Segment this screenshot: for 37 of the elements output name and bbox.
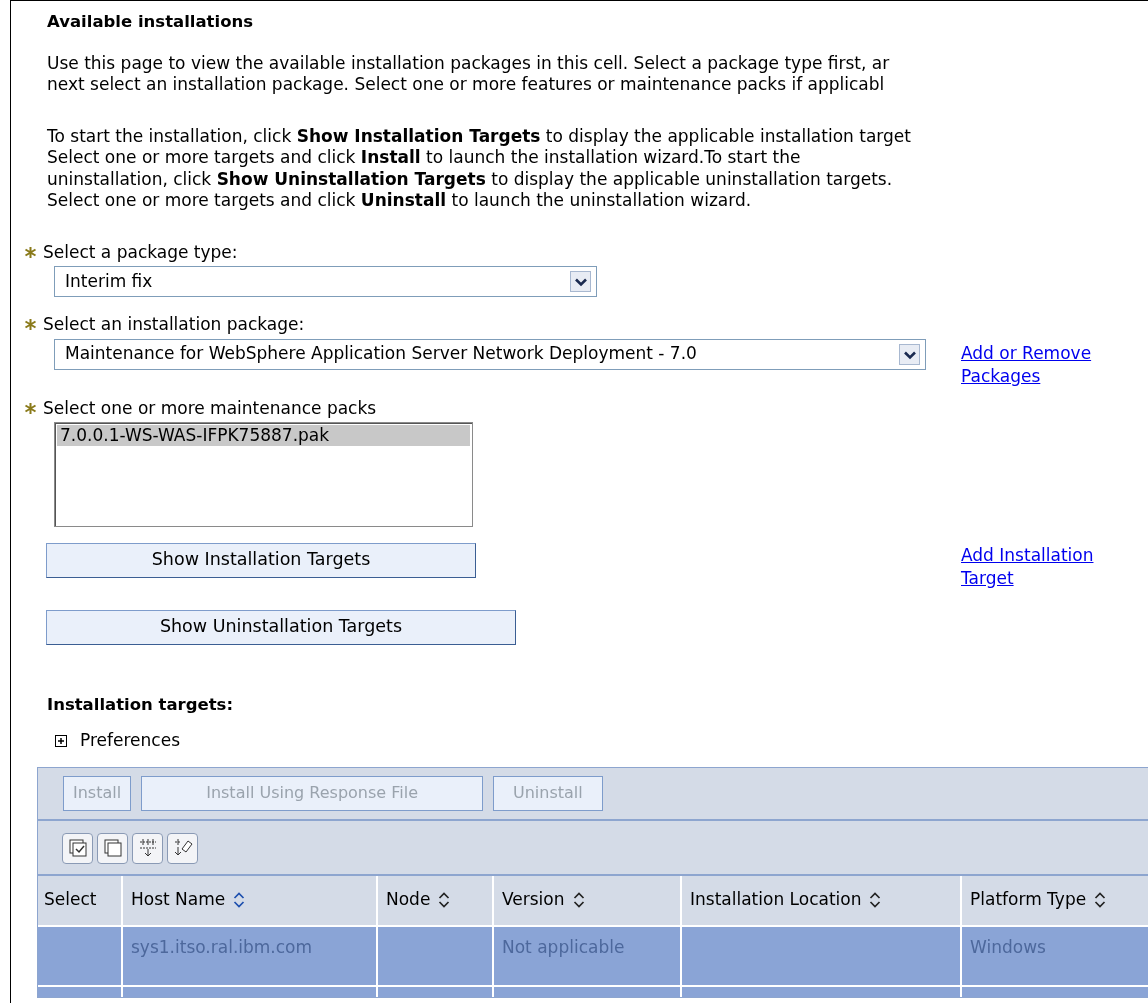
column-header[interactable]: Version bbox=[502, 889, 565, 910]
column-header[interactable]: Platform Type bbox=[970, 889, 1087, 910]
show-installation-targets-button[interactable]: Show Installation Targets bbox=[46, 542, 476, 578]
instructions-paragraph: To start the installation, click Show Installation Targets to display the applicable installation target Select one or more targets and click Install to launch the installation wizard.To start the uninstallation, click Show Uninstallation Targets to display the applicable uninstallation targets. Select one or more targets and click Uninstall to launch the uninstallation wizard. bbox=[47, 125, 912, 212]
intro-paragraph: Use this page to view the available installation packages in this cell. Select a package type first, ar next select an installation package. Select one or more features or maintenance packs if applicabl bbox=[47, 52, 891, 96]
sort-icon[interactable] bbox=[572, 891, 585, 910]
show-uninstallation-targets-button[interactable]: Show Uninstallation Targets bbox=[46, 609, 516, 645]
sort-icon[interactable] bbox=[438, 891, 451, 910]
sort-icon[interactable] bbox=[1094, 891, 1107, 910]
list-option[interactable]: 7.0.0.1-WS-WAS-IFPK75887.pak bbox=[57, 424, 470, 446]
maintenance-packs-listbox[interactable]: 7.0.0.1-WS-WAS-IFPK75887.pak bbox=[54, 421, 473, 527]
sort-icon[interactable] bbox=[869, 891, 882, 910]
filter-icon[interactable] bbox=[132, 832, 163, 864]
column-header[interactable]: Select bbox=[44, 889, 97, 910]
column-header[interactable]: Installation Location bbox=[690, 889, 862, 910]
table-cell: sys1.itso.ral.ibm.com bbox=[131, 936, 313, 957]
select-field[interactable]: Interim fix bbox=[54, 266, 597, 297]
column-header[interactable]: Host Name bbox=[131, 889, 226, 910]
table-cell: Windows bbox=[970, 936, 1046, 957]
page-title: Available installations bbox=[47, 11, 255, 33]
field-label: Select a package type: bbox=[43, 241, 238, 263]
clear-filter-icon[interactable] bbox=[167, 832, 198, 864]
select-value: Interim fix bbox=[65, 270, 153, 293]
field-label: Select an installation package: bbox=[43, 314, 305, 336]
column-header[interactable]: Node bbox=[386, 889, 431, 910]
select-field[interactable]: Maintenance for WebSphere Application Server Network Deployment - 7.0 bbox=[54, 338, 926, 370]
table-cell: Not applicable bbox=[502, 936, 625, 957]
select-all-icon[interactable] bbox=[62, 832, 93, 864]
expand-icon[interactable] bbox=[55, 734, 67, 747]
section-title: Installation targets: bbox=[47, 693, 234, 715]
select-value: Maintenance for WebSphere Application Server Network Deployment - 7.0 bbox=[65, 343, 697, 365]
add-remove-packages-link[interactable]: Add or Remove Packages bbox=[961, 342, 1136, 388]
add-installation-target-link[interactable]: Add Installation Target bbox=[961, 543, 1141, 590]
sort-icon[interactable] bbox=[233, 891, 246, 910]
deselect-all-icon[interactable] bbox=[97, 832, 128, 864]
field-label: Select one or more maintenance packs bbox=[43, 398, 377, 420]
preferences-label[interactable]: Preferences bbox=[80, 730, 180, 752]
